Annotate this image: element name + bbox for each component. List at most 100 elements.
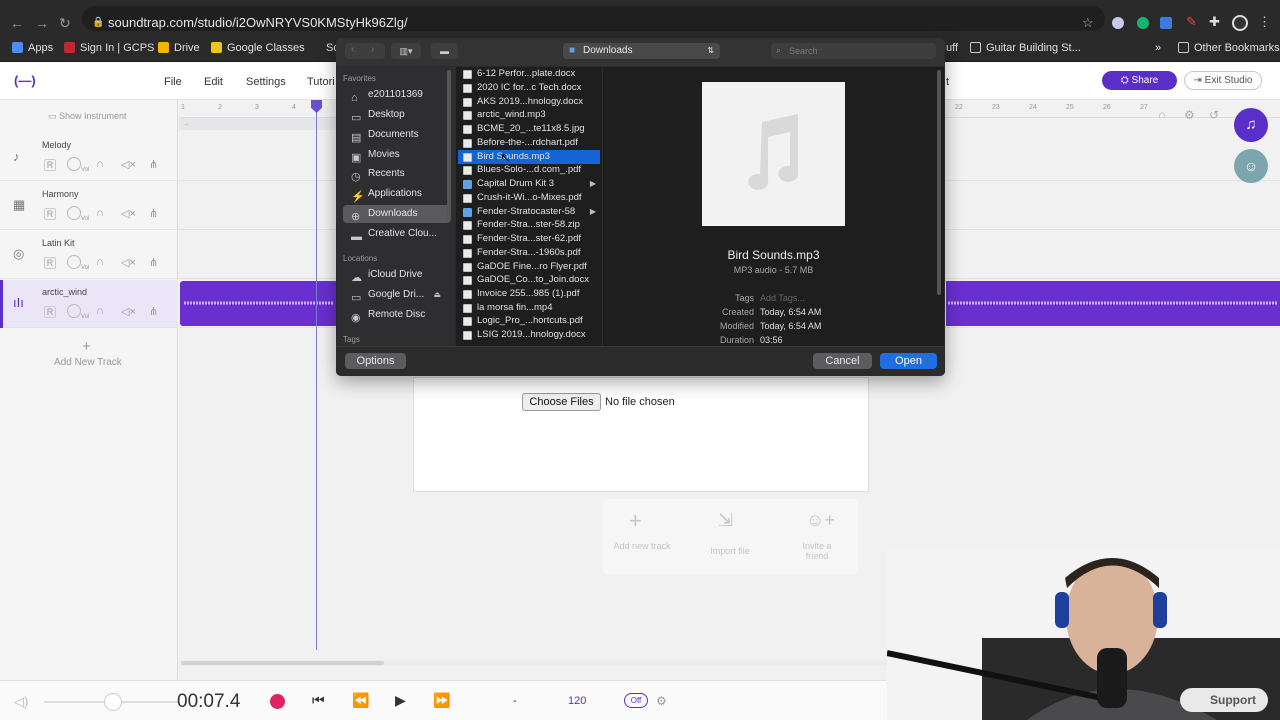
exit-studio-button[interactable]: ⇥ Exit Studio: [1184, 71, 1262, 90]
soundtrap-logo[interactable]: (—): [14, 73, 36, 88]
effects-icon[interactable]: ⋔: [149, 256, 158, 269]
back-icon[interactable]: ‹: [351, 44, 354, 55]
file-item[interactable]: Fender-Stra...ster-62.pdf: [458, 232, 600, 246]
location-popup[interactable]: ■ Downloads ⇅: [563, 43, 720, 59]
eject-icon[interactable]: ⏏: [433, 286, 441, 304]
preview-scrollbar[interactable]: [937, 70, 941, 295]
audio-clip[interactable]: [946, 281, 1280, 326]
file-item-selected[interactable]: Bird Sounds.mp3: [458, 150, 600, 164]
headphones-icon[interactable]: ∩: [96, 158, 104, 170]
import-icon[interactable]: ⇲: [718, 510, 733, 531]
bookmark-star-icon[interactable]: ☆: [1082, 15, 1094, 31]
settings-gear-icon[interactable]: ⚙: [1184, 108, 1195, 122]
choose-files-button[interactable]: Choose Files: [522, 393, 601, 411]
forward-icon[interactable]: →: [35, 16, 49, 30]
track-name[interactable]: Latin Kit: [42, 238, 75, 248]
support-button[interactable]: Support: [1180, 688, 1268, 712]
url-text[interactable]: soundtrap.com/studio/i2OwNRYVS0KMStyHk96…: [108, 16, 408, 30]
playhead[interactable]: [316, 100, 317, 650]
bookmark-truncated[interactable]: uff: [946, 42, 958, 54]
bookmark-other[interactable]: Other Bookmarks: [1178, 42, 1280, 54]
share-button[interactable]: ⛭ Share: [1102, 71, 1177, 90]
sidebar-item-home[interactable]: ⌂ e201101369: [343, 86, 451, 104]
bookmark-drive[interactable]: Drive: [158, 42, 200, 54]
bookmark-apps[interactable]: Apps: [12, 42, 53, 54]
track-name[interactable]: arctic_wind: [42, 287, 87, 297]
menu-edit[interactable]: Edit: [204, 76, 223, 88]
file-item[interactable]: Blues-Solo-...d.com_.pdf: [458, 163, 600, 177]
grammarly-icon[interactable]: [1137, 17, 1149, 29]
add-track-icon[interactable]: +: [82, 338, 91, 355]
volume-knob[interactable]: [67, 255, 81, 269]
menu-file[interactable]: File: [164, 76, 182, 88]
file-item[interactable]: 2020 IC for...c Tech.docx: [458, 81, 600, 95]
sidebar-item-recents[interactable]: ◷ Recents: [343, 165, 451, 183]
magnet-icon[interactable]: ∩: [1158, 109, 1166, 121]
reload-icon[interactable]: ↻: [59, 16, 71, 30]
effects-icon[interactable]: ⋔: [149, 207, 158, 220]
file-item[interactable]: AKS 2019...hnology.docx: [458, 95, 600, 109]
headphones-icon[interactable]: ∩: [96, 207, 104, 219]
mute-icon[interactable]: ◁×: [121, 305, 136, 318]
rewind-icon[interactable]: ⏪: [352, 692, 369, 709]
record-button[interactable]: [270, 694, 285, 709]
file-item[interactable]: LSIG 2019...hnology.docx: [458, 328, 600, 342]
sidebar-item-movies[interactable]: ▣ Movies: [343, 146, 451, 164]
speaker-icon[interactable]: ◁): [14, 694, 28, 710]
view-mode-button[interactable]: ▥▾: [391, 43, 421, 59]
mute-icon[interactable]: ◁×: [121, 158, 136, 171]
track-name[interactable]: Harmony: [42, 189, 79, 199]
file-item[interactable]: Fender-Stra...-1960s.pdf: [458, 246, 600, 260]
sidebar-item-google-drive[interactable]: ▭ Google Dri... ⏏: [343, 286, 451, 304]
undo-icon[interactable]: ↺: [1209, 108, 1219, 122]
menu-truncated[interactable]: t: [946, 76, 949, 88]
track-row-melody[interactable]: [0, 133, 178, 181]
file-item[interactable]: Invoice 255...985 (1).pdf: [458, 287, 600, 301]
invite-friend-action[interactable]: Invite a friend: [790, 541, 844, 561]
record-arm-button[interactable]: R: [44, 306, 56, 318]
cancel-button[interactable]: Cancel: [813, 353, 872, 369]
extension-icon[interactable]: [1112, 17, 1124, 29]
file-item[interactable]: GaDOE Fine...ro Flyer.pdf: [458, 260, 600, 274]
profile-avatar[interactable]: [1232, 15, 1248, 31]
file-item[interactable]: la morsa fin...mp4: [458, 301, 600, 315]
key-display[interactable]: -: [513, 695, 517, 707]
record-arm-button[interactable]: R: [44, 159, 56, 171]
bookmarks-overflow[interactable]: »: [1155, 42, 1161, 54]
tempo-display[interactable]: 120: [568, 695, 586, 707]
sidebar-item-desktop[interactable]: ▭ Desktop: [343, 106, 451, 124]
sidebar-item-remote-disc[interactable]: ◉ Remote Disc: [343, 306, 451, 324]
file-item[interactable]: 6-12 Perfor...plate.docx: [458, 67, 600, 81]
file-item[interactable]: Logic_Pro_...hortcuts.pdf: [458, 314, 600, 328]
track-row-latin-kit[interactable]: [0, 231, 178, 279]
volume-knob[interactable]: [67, 304, 81, 318]
record-arm-button[interactable]: R: [44, 208, 56, 220]
open-button[interactable]: Open: [880, 353, 937, 369]
bookmark-google-classes[interactable]: Google Classes: [211, 42, 305, 54]
pen-extension-icon[interactable]: ✎: [1186, 14, 1197, 30]
effects-icon[interactable]: ⋔: [149, 158, 158, 171]
show-instrument-toggle[interactable]: ▭ Show Instrument: [48, 111, 127, 122]
play-icon[interactable]: ▶: [395, 692, 406, 709]
mute-icon[interactable]: ◁×: [121, 256, 136, 269]
sidebar-item-downloads[interactable]: ⊕ Downloads: [343, 205, 451, 223]
menu-settings[interactable]: Settings: [246, 76, 286, 88]
folder-item[interactable]: Capital Drum Kit 3 ▶: [458, 177, 600, 191]
scroll-thumb[interactable]: [181, 661, 384, 665]
forward-icon[interactable]: ›: [371, 44, 374, 55]
track-row-harmony[interactable]: [0, 182, 178, 230]
audio-clip[interactable]: [180, 281, 338, 326]
effects-icon[interactable]: ⋔: [149, 305, 158, 318]
sidebar-item-applications[interactable]: ⚡ Applications: [343, 185, 451, 203]
file-item[interactable]: Before-the-...rdchart.pdf: [458, 136, 600, 150]
headphones-icon[interactable]: ∩: [96, 305, 104, 317]
kebab-menu-icon[interactable]: ⋮: [1258, 14, 1271, 30]
puzzle-icon[interactable]: ✚: [1209, 14, 1220, 30]
volume-knob[interactable]: [67, 157, 81, 171]
metronome-settings-icon[interactable]: ⚙: [656, 694, 667, 708]
file-item[interactable]: GaDOE_Co...to_Join.docx: [458, 273, 600, 287]
sidebar-item-icloud[interactable]: ☁ iCloud Drive: [343, 266, 451, 284]
new-folder-button[interactable]: ▬: [431, 43, 458, 59]
volume-knob[interactable]: [67, 206, 81, 220]
file-item[interactable]: Crush-it-Wi...o-Mixes.pdf: [458, 191, 600, 205]
